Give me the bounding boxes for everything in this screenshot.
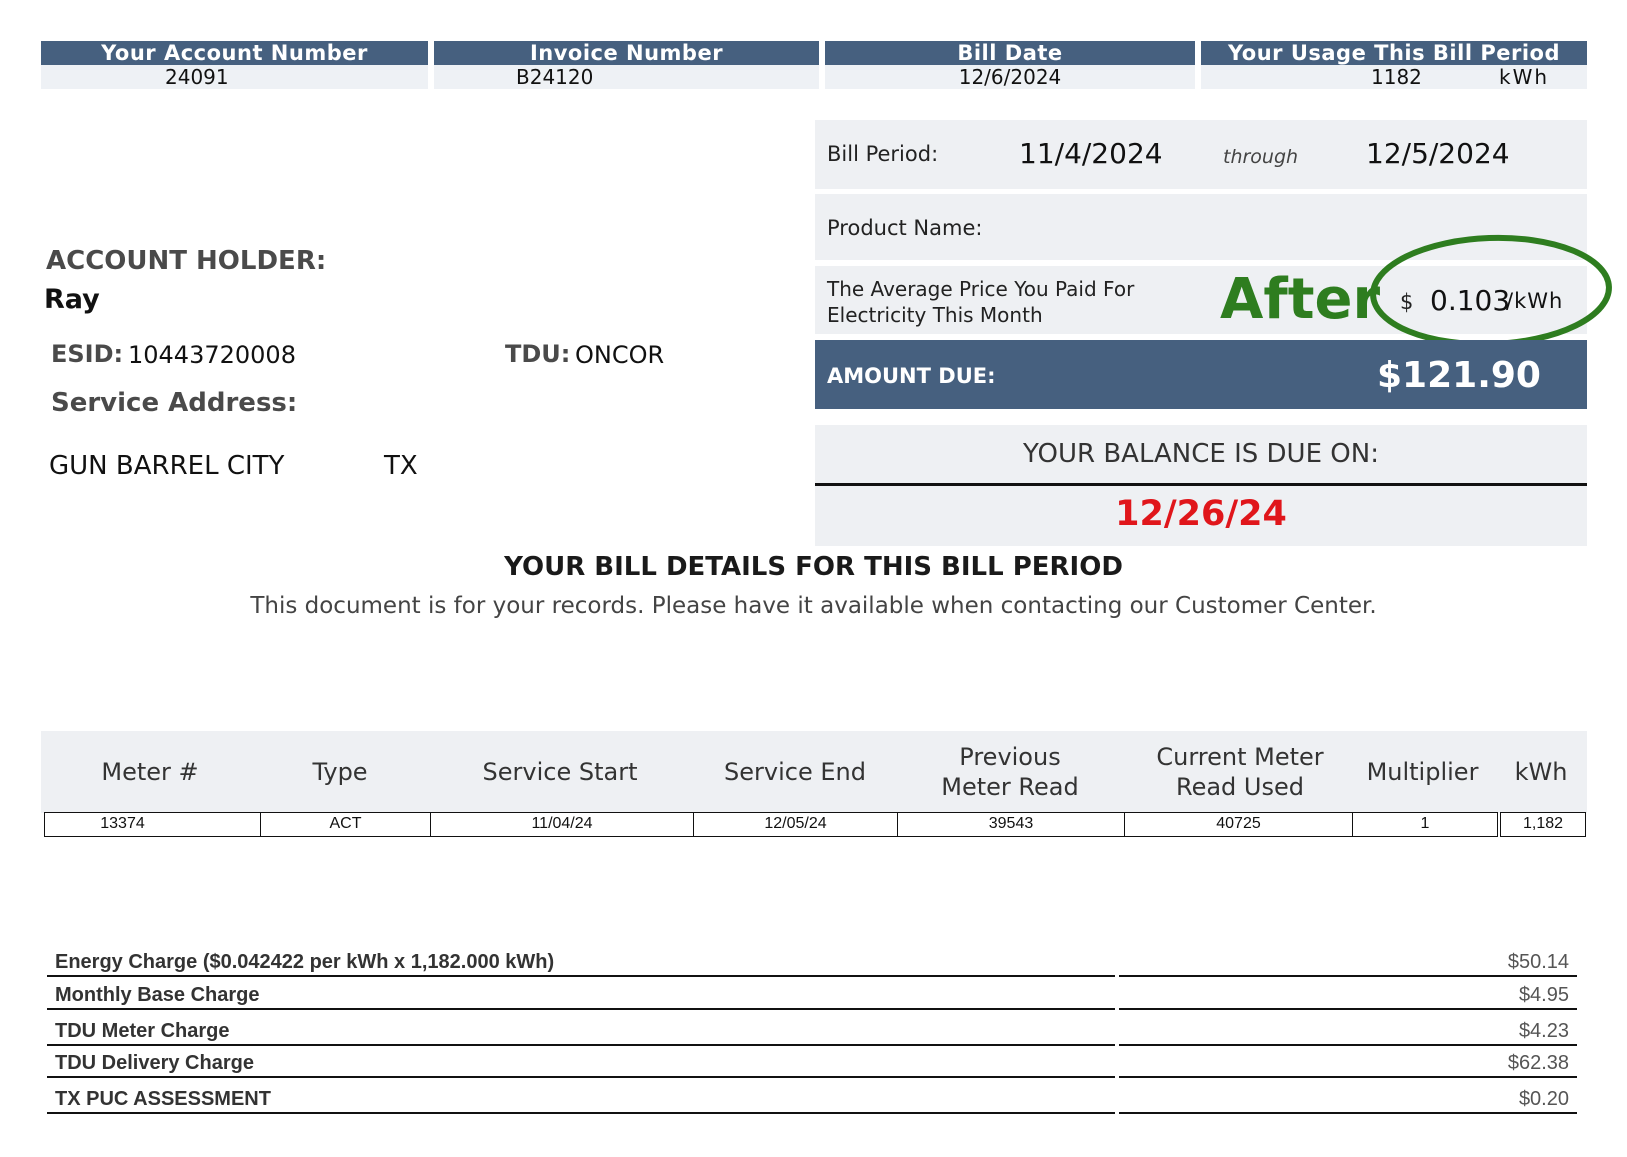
bill-details-subtitle: This document is for your records. Pleas… [250, 593, 1377, 619]
charge-row-base: Monthly Base Charge $4.95 [47, 978, 1577, 1010]
charge-divider [1119, 975, 1577, 977]
meter-cell-multiplier: 1 [1352, 812, 1498, 837]
charge-label: Energy Charge ($0.042422 per kWh x 1,182… [55, 951, 555, 973]
meter-header-meter: Meter # [101, 758, 199, 786]
usage-header: Your Usage This Bill Period [1201, 41, 1587, 65]
bill-period-panel: Bill Period: 11/4/2024 through 12/5/2024 [815, 120, 1587, 189]
invoice-number-value: B24120 [434, 65, 819, 89]
service-address-label: Service Address: [51, 388, 298, 418]
charge-amount: $50.14 [1507, 951, 1569, 973]
meter-cell-service-start: 11/04/24 [430, 812, 694, 837]
esid-value: 10443720008 [128, 341, 296, 369]
due-date-panel: 12/26/24 [815, 486, 1587, 546]
meter-cell-type: ACT [260, 812, 431, 837]
meter-cell-current-read: 40725 [1124, 812, 1353, 837]
charge-row-tdu-meter: TDU Meter Charge $4.23 [47, 1014, 1577, 1046]
account-number-header: Your Account Number [41, 41, 428, 65]
charge-divider [1119, 1112, 1577, 1114]
charge-label: Monthly Base Charge [55, 984, 260, 1006]
amount-due-bar: AMOUNT DUE: $121.90 [815, 340, 1587, 409]
tdu-value: ONCOR [575, 341, 665, 369]
due-on-label: YOUR BALANCE IS DUE ON: [1023, 439, 1379, 469]
meter-cell-kwh: 1,182 [1500, 812, 1586, 837]
charge-label: TDU Meter Charge [55, 1020, 230, 1042]
charge-row-puc: TX PUC ASSESSMENT $0.20 [47, 1082, 1577, 1114]
tdu-label: TDU: [505, 340, 571, 368]
amount-due-label: AMOUNT DUE: [827, 364, 996, 388]
bill-period-label: Bill Period: [827, 142, 939, 166]
period-end: 12/5/2024 [1366, 137, 1510, 170]
average-price-label: The Average Price You Paid For Electrici… [827, 276, 1134, 328]
charge-divider [47, 1076, 1115, 1078]
charge-amount: $4.95 [1518, 984, 1569, 1006]
meter-cell-service-end: 12/05/24 [693, 812, 898, 837]
meter-header-current-read: Current Meter Read Used [1156, 743, 1324, 801]
service-state: TX [384, 451, 418, 481]
meter-header-service-start: Service Start [482, 758, 638, 786]
charge-label: TDU Delivery Charge [55, 1052, 254, 1074]
average-price-line-2: Electricity This Month [827, 303, 1043, 327]
charge-divider [1119, 1008, 1577, 1010]
invoice-number-text: B24120 [516, 65, 594, 89]
through-text: through [1223, 146, 1299, 168]
charge-divider [1119, 1076, 1577, 1078]
after-annotation: After [1220, 267, 1381, 332]
account-holder-label: ACCOUNT HOLDER: [46, 246, 327, 276]
charge-row-tdu-delivery: TDU Delivery Charge $62.38 [47, 1046, 1577, 1078]
account-number-value: 24091 [41, 65, 428, 89]
bill-date-header: Bill Date [825, 41, 1195, 65]
circle-annotation-icon [1370, 234, 1612, 348]
meter-header-previous-read: Previous Meter Read [941, 743, 1079, 801]
charge-row-energy: Energy Charge ($0.042422 per kWh x 1,182… [47, 945, 1577, 977]
account-number-text: 24091 [165, 65, 229, 89]
meter-header-type: Type [312, 758, 368, 786]
meter-cell-previous-read: 39543 [897, 812, 1125, 837]
meter-header-service-end: Service End [724, 758, 866, 786]
charge-divider [47, 975, 1115, 977]
charge-divider [47, 1112, 1115, 1114]
average-price-line-1: The Average Price You Paid For [827, 277, 1135, 301]
usage-value: 1182 kWh [1201, 65, 1587, 89]
charge-amount: $4.23 [1518, 1020, 1569, 1042]
account-holder-name: Ray [44, 284, 100, 315]
period-start: 11/4/2024 [1019, 137, 1163, 170]
usage-number: 1182 [1371, 65, 1422, 89]
due-on-panel: YOUR BALANCE IS DUE ON: [815, 425, 1587, 485]
meter-cell-meter: 13374 [44, 812, 261, 837]
amount-due-value: $121.90 [1377, 355, 1541, 396]
due-date: 12/26/24 [1115, 494, 1287, 534]
charge-label: TX PUC ASSESSMENT [55, 1088, 271, 1110]
usage-unit: kWh [1499, 65, 1550, 89]
meter-header-multiplier: Multiplier [1366, 758, 1479, 786]
bill-date-value: 12/6/2024 [825, 65, 1195, 89]
meter-header-kwh: kWh [1514, 758, 1568, 786]
charge-amount: $62.38 [1507, 1052, 1569, 1074]
invoice-number-header: Invoice Number [434, 41, 819, 65]
bill-details-title: YOUR BILL DETAILS FOR THIS BILL PERIOD [504, 552, 1123, 582]
product-name-label: Product Name: [827, 216, 983, 240]
charge-divider [47, 1008, 1115, 1010]
charge-amount: $0.20 [1518, 1088, 1569, 1110]
esid-label: ESID: [51, 340, 124, 368]
service-city: GUN BARREL CITY [49, 451, 285, 481]
